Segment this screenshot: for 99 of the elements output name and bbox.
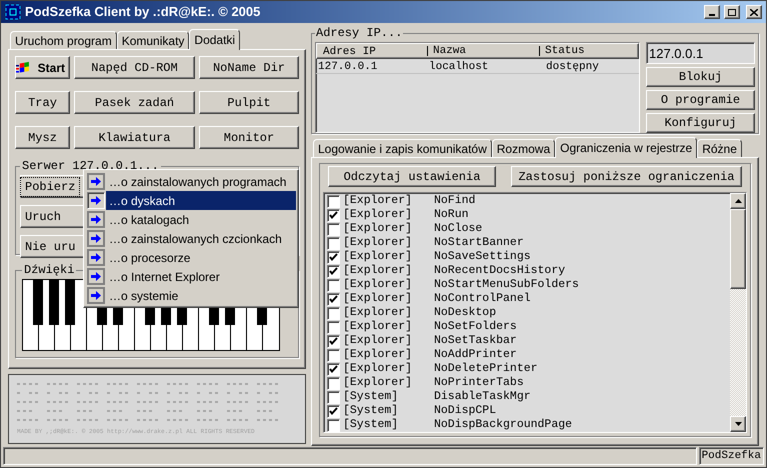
checkbox[interactable]	[327, 208, 340, 222]
checkbox[interactable]	[327, 306, 340, 320]
checkbox[interactable]	[327, 362, 340, 376]
checkbox[interactable]	[327, 236, 340, 250]
tab[interactable]: Rozmowa	[492, 139, 556, 157]
setting-name: NoDispCPL	[434, 403, 496, 418]
maximize-icon[interactable]	[724, 5, 740, 19]
checkbox[interactable]	[327, 292, 340, 306]
setting-name: NoPrinterTabs	[434, 375, 524, 390]
button[interactable]: Monitor	[199, 126, 299, 149]
button[interactable]: Pasek zadań	[74, 91, 195, 114]
windows-flag-icon	[16, 60, 30, 76]
button[interactable]: O programie	[646, 90, 755, 110]
checkbox[interactable]	[327, 250, 340, 264]
setting-name: NoDesktop	[434, 305, 496, 320]
menu-item[interactable]: …o katalogach	[86, 210, 296, 229]
section-label: [System]	[343, 417, 400, 434]
checkbox[interactable]	[327, 390, 340, 404]
button[interactable]: Napęd CD-ROM	[74, 56, 195, 79]
section-label: [Explorer]	[343, 249, 414, 264]
group-title: Adresy IP...	[316, 26, 402, 40]
menu-item[interactable]: …o procesorze	[86, 248, 296, 267]
checkbox[interactable]	[327, 418, 340, 432]
setting-name: NoSetFolders	[434, 319, 517, 334]
scroll-thumb[interactable]	[730, 209, 746, 289]
menu-item[interactable]: …o zainstalowanych czcionkach	[86, 229, 296, 248]
tab[interactable]: Ograniczenia w rejestrze	[555, 137, 698, 158]
group-title: Dźwięki	[24, 263, 74, 277]
scroll-down-icon[interactable]	[730, 416, 746, 432]
section-label: [Explorer]	[343, 291, 414, 306]
close-icon[interactable]	[746, 5, 762, 19]
checkbox[interactable]	[327, 348, 340, 362]
section-label: [Explorer]	[343, 361, 414, 376]
setting-name: DisableTaskMgr	[434, 389, 531, 404]
section-label: [Explorer]	[343, 207, 414, 222]
table-cell-text: 127.0.0.1	[317, 60, 378, 73]
button[interactable]: Zastosuj poniższe ograniczenia	[511, 166, 742, 187]
checkbox[interactable]	[327, 264, 340, 278]
setting-name: NoFind	[434, 193, 476, 209]
setting-name: NoControlPanel	[434, 291, 531, 306]
setting-name: NoClose	[434, 221, 482, 237]
setting-name: NoSetTaskbar	[434, 333, 517, 348]
column-header[interactable]: Status	[539, 46, 638, 56]
setting-name: NoRecentDocsHistory	[434, 263, 566, 278]
button[interactable]: Pulpit	[199, 91, 299, 114]
setting-name: NoStartBanner	[434, 235, 524, 250]
tab[interactable]: Dodatki	[189, 29, 240, 50]
tab[interactable]: Uruchom program	[10, 31, 117, 49]
setting-name: NoDeletePrinter	[434, 361, 538, 376]
section-label: [Explorer]	[343, 305, 414, 320]
section-label: [Explorer]	[343, 235, 414, 250]
checkbox[interactable]	[327, 404, 340, 418]
table-cell-text: dostępny	[545, 60, 600, 73]
section-label: [Explorer]	[343, 193, 414, 208]
button[interactable]: Konfiguruj	[646, 113, 755, 133]
window-title: PodSzefka Client by .:dR@kE:. © 2005	[25, 3, 262, 22]
section-label: [Explorer]	[343, 277, 414, 292]
menu-item[interactable]: …o systemie	[86, 286, 296, 305]
checkbox[interactable]	[327, 194, 340, 208]
group-title: Serwer 127.0.0.1...	[22, 159, 159, 173]
status-panel: PodSzefka	[698, 447, 764, 465]
setting-name: NoRun	[434, 207, 469, 222]
checkbox[interactable]	[327, 376, 340, 390]
section-label: [Explorer]	[343, 319, 414, 334]
menu-item[interactable]: …o Internet Explorer	[86, 267, 296, 286]
app-icon	[5, 4, 21, 20]
menu-item[interactable]: …o zainstalowanych programach	[86, 172, 296, 191]
column-header[interactable]: Adres IP	[317, 44, 427, 58]
scrollbar[interactable]	[730, 193, 746, 432]
checkbox[interactable]	[327, 278, 340, 292]
minimize-icon[interactable]	[704, 5, 720, 19]
setting-name: NoDispBackgroundPage	[434, 417, 572, 434]
button[interactable]: Tray	[15, 91, 70, 114]
setting-name: NoAddPrinter	[434, 347, 517, 362]
button[interactable]: Klawiatura	[74, 126, 195, 149]
button[interactable]: Start	[15, 56, 70, 79]
tab[interactable]: Różne	[697, 139, 742, 157]
tab[interactable]: Komunikaty	[116, 31, 190, 49]
table-cell-text: localhost	[428, 60, 490, 73]
column-header[interactable]: Nazwa	[427, 46, 539, 56]
address-field[interactable]: 127.0.0.1	[646, 42, 755, 64]
checkbox[interactable]	[327, 320, 340, 334]
checkbox[interactable]	[327, 334, 340, 348]
scroll-up-icon[interactable]	[730, 193, 746, 209]
button[interactable]: Odczytaj ustawienia	[328, 166, 496, 187]
section-label: [Explorer]	[343, 221, 414, 236]
section-label: [Explorer]	[343, 333, 414, 348]
button[interactable]: Blokuj	[646, 67, 755, 87]
section-label: [Explorer]	[343, 263, 414, 278]
section-label: [System]	[343, 403, 400, 418]
section-label: [Explorer]	[343, 347, 414, 362]
setting-name: NoStartMenuSubFolders	[434, 277, 579, 292]
section-label: [System]	[343, 389, 400, 404]
button[interactable]: NoName Dir	[199, 56, 299, 79]
setting-name: NoSaveSettings	[434, 249, 531, 264]
tab[interactable]: Logowanie i zapis komunikatów	[313, 139, 492, 157]
section-label: [Explorer]	[343, 375, 414, 390]
button[interactable]: Mysz	[15, 126, 70, 149]
checkbox[interactable]	[327, 222, 340, 236]
